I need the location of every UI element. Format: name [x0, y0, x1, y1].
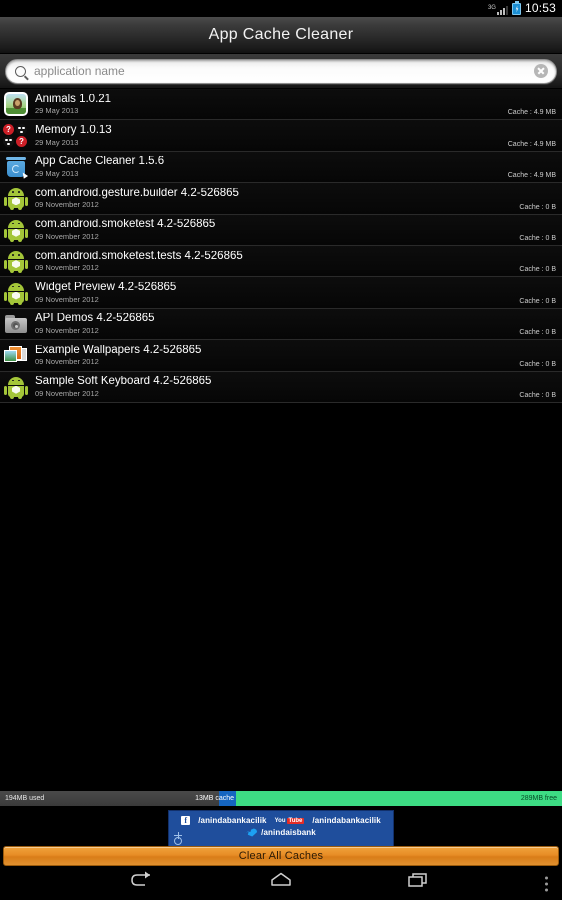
app-cache-size: Cache : 0 B [519, 329, 556, 337]
storage-usage-bar: 194MB used 13MB cache 289MB free [0, 791, 562, 806]
facebook-icon: f [181, 816, 191, 825]
app-cache-size: Cache : 4.9 MB [507, 172, 556, 180]
app-list-item[interactable]: Animals 1.0.21 29 May 2013 Cache : 4.9 MB [0, 89, 562, 121]
animals-app-icon [3, 91, 29, 117]
app-list-item[interactable]: com.android.smoketest.tests 4.2-526865 09… [0, 245, 562, 278]
network-type-label: 3G [487, 4, 496, 11]
app-install-date: 09 November 2012 [35, 388, 99, 398]
app-cache-size: Cache : 0 B [519, 203, 556, 211]
back-icon[interactable] [125, 871, 161, 897]
app-list-item[interactable]: com.android.smoketest 4.2-526865 09 Novem… [0, 214, 562, 246]
app-cache-size: Cache : 0 B [519, 234, 556, 242]
app-cache-size: Cache : 0 B [519, 360, 556, 368]
app-name: Memory 1.0.13 [35, 125, 112, 137]
android-robot-icon [3, 374, 29, 400]
storage-used-label: 194MB used [5, 795, 45, 802]
app-cache-size: Cache : 4.9 MB [507, 140, 556, 148]
search-box[interactable]: application name [5, 58, 557, 84]
app-install-date: 09 November 2012 [35, 231, 99, 241]
app-name: API Demos 4.2-526865 [35, 313, 155, 325]
clear-all-caches-label: Clear All Caches [238, 850, 324, 862]
ad-twitter-handle: /anindaisbank [261, 828, 316, 837]
app-name: Sample Soft Keyboard 4.2-526865 [35, 376, 212, 388]
app-cache-size: Cache : 0 B [519, 297, 556, 305]
recent-apps-icon[interactable] [401, 871, 437, 897]
app-install-date: 09 November 2012 [35, 294, 99, 304]
app-list-item[interactable]: Widget Preview 4.2-526865 09 November 201… [0, 277, 562, 309]
youtube-icon: You Tube [274, 817, 305, 824]
overflow-menu-icon[interactable] [545, 876, 548, 892]
android-robot-icon [3, 217, 29, 243]
app-name: com.android.gesture.builder 4.2-526865 [35, 187, 239, 199]
battery-charging-icon [511, 0, 521, 15]
app-name: Widget Preview 4.2-526865 [35, 282, 177, 294]
page-title: App Cache Cleaner [208, 26, 354, 43]
app-install-date: 29 May 2013 [35, 106, 79, 116]
app-name: com.android.smoketest.tests 4.2-526865 [35, 250, 243, 262]
android-robot-icon [3, 248, 29, 274]
twitter-icon [246, 828, 258, 837]
wallpapers-icon [3, 342, 29, 368]
ad-social-row-2: /anindaisbank [169, 828, 393, 837]
app-list-item[interactable]: com.android.gesture.builder 4.2-526865 09… [0, 183, 562, 215]
app-list-item[interactable]: Example Wallpapers 4.2-526865 09 November… [0, 340, 562, 372]
ad-social-row-1: f /anindabankacilik You Tube /anindabank… [169, 816, 393, 825]
app-list-item[interactable]: App Cache Cleaner 1.5.6 29 May 2013 Cache … [0, 151, 562, 184]
search-icon [15, 65, 26, 77]
app-install-date: 09 November 2012 [35, 200, 99, 210]
android-robot-icon [3, 280, 29, 306]
app-list-item[interactable]: Sample Soft Keyboard 4.2-526865 09 Novemb… [0, 371, 562, 403]
app-cache-size: Cache : 0 B [519, 266, 556, 274]
app-cache-size: Cache : 0 B [519, 391, 556, 399]
system-navigation-bar [0, 868, 562, 900]
storage-free-label: 289MB free [520, 795, 557, 802]
ad-youtube-handle: /anindabankacilik [312, 816, 381, 825]
status-clock: 10:53 [524, 1, 556, 15]
storage-cache-segment: 13MB cache [195, 791, 237, 806]
title-bar: App Cache Cleaner [0, 17, 562, 54]
search-input[interactable]: application name [34, 64, 534, 78]
home-icon[interactable] [263, 871, 299, 897]
memory-app-icon [3, 123, 29, 149]
app-name: Animals 1.0.21 [35, 93, 112, 105]
app-install-date: 29 May 2013 [35, 168, 79, 178]
clear-all-caches-button[interactable]: Clear All Caches [3, 846, 559, 866]
app-install-date: 09 November 2012 [35, 263, 99, 273]
app-cache-cleaner-icon [3, 154, 29, 180]
android-robot-icon [3, 185, 29, 211]
app-name: com.android.smoketest 4.2-526865 [35, 219, 216, 231]
clear-search-icon[interactable] [534, 64, 548, 78]
youtube-you-label: You [274, 817, 286, 824]
folder-gear-icon [3, 311, 29, 337]
app-cache-size: Cache : 4.9 MB [507, 109, 556, 117]
network-indicator: 3G [488, 3, 508, 15]
app-screen: 3G 10:53 App Cache Cleaner application n… [0, 0, 562, 900]
ad-banner[interactable]: f /anindabankacilik You Tube /anindabank… [168, 810, 394, 848]
app-name: Example Wallpapers 4.2-526865 [35, 344, 202, 356]
app-install-date: 09 November 2012 [35, 325, 99, 335]
storage-used-segment: 194MB used [0, 791, 220, 806]
youtube-tube-label: Tube [286, 817, 305, 824]
admob-info-icon[interactable] [173, 831, 185, 845]
app-list[interactable]: Animals 1.0.2129 May 2013Cache : 4.9 MBM… [0, 89, 562, 403]
search-bar: application name [0, 54, 562, 89]
signal-bars-icon [496, 5, 508, 15]
ad-facebook-handle: /anindabankacilik [198, 816, 267, 825]
app-install-date: 29 May 2013 [35, 137, 79, 147]
status-bar: 3G 10:53 [0, 0, 562, 17]
storage-free-segment: 289MB free [236, 791, 562, 806]
storage-cache-label: 13MB cache [195, 795, 235, 802]
app-list-item[interactable]: API Demos 4.2-526865 09 November 2012 Cach… [0, 308, 562, 341]
app-list-item[interactable]: Memory 1.0.1329 May 2013 Cache : 4.9 MB [0, 120, 562, 152]
app-name: App Cache Cleaner 1.5.6 [35, 156, 165, 168]
app-install-date: 09 November 2012 [35, 357, 99, 367]
